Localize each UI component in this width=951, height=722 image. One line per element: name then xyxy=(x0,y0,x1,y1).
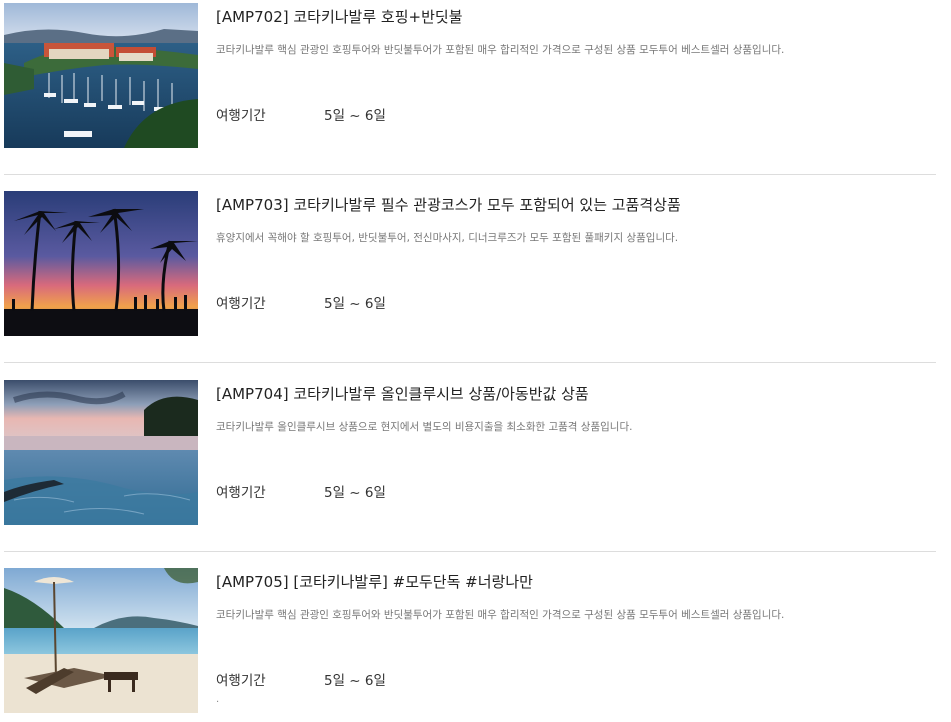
travel-period-value: 5일 ~ 6일 xyxy=(324,485,386,501)
product-item: [AMP705] [코타키나발루] #모두단독 #너랑나만 코타키나발루 핵심 … xyxy=(0,568,936,722)
travel-period-label: 여행기간 xyxy=(216,108,266,124)
product-description: 코타키나발루 핵심 관광인 호핑투어와 반딧불투어가 포함된 매우 합리적인 가… xyxy=(216,609,785,621)
travel-period-value: 5일 ~ 6일 xyxy=(324,108,386,124)
product-list: [AMP702] 코타키나발루 호핑+반딧불 코타키나발루 핵심 관광인 호핑투… xyxy=(0,0,951,722)
divider xyxy=(4,362,936,363)
product-title[interactable]: [AMP702] 코타키나발루 호핑+반딧불 xyxy=(216,6,463,27)
divider xyxy=(4,551,936,552)
marina-resort-photo[interactable] xyxy=(4,3,198,148)
product-title[interactable]: [AMP703] 코타키나발루 필수 관광코스가 모두 포함되어 있는 고품격상… xyxy=(216,194,681,215)
divider xyxy=(4,174,936,175)
infinity-pool-photo[interactable] xyxy=(4,380,198,525)
product-description: 코타키나발루 올인클루시브 상품으로 현지에서 별도의 비용지출을 최소화한 고… xyxy=(216,421,633,433)
product-item: [AMP702] 코타키나발루 호핑+반딧불 코타키나발루 핵심 관광인 호핑투… xyxy=(0,3,936,191)
palm-sunset-photo[interactable] xyxy=(4,191,198,336)
travel-period-label: 여행기간 xyxy=(216,485,266,501)
beach-lounger-photo[interactable] xyxy=(4,568,198,713)
travel-period-value: 5일 ~ 6일 xyxy=(324,673,386,689)
product-item: [AMP704] 코타키나발루 올인클루시브 상품/아동반값 상품 코타키나발루… xyxy=(0,380,936,568)
travel-period-value: 5일 ~ 6일 xyxy=(324,296,386,312)
product-description: 코타키나발루 핵심 관광인 호핑투어와 반딧불투어가 포함된 매우 합리적인 가… xyxy=(216,44,785,56)
product-title[interactable]: [AMP705] [코타키나발루] #모두단독 #너랑나만 xyxy=(216,571,533,592)
travel-period-label: 여행기간 xyxy=(216,296,266,312)
travel-period-label: 여행기간 xyxy=(216,673,266,689)
product-item: [AMP703] 코타키나발루 필수 관광코스가 모두 포함되어 있는 고품격상… xyxy=(0,191,936,379)
product-description: 휴양지에서 꼭해야 할 호핑투어, 반딧불투어, 전신마사지, 디너크루즈가 모… xyxy=(216,232,679,244)
footer-mark: . xyxy=(216,694,220,705)
product-title[interactable]: [AMP704] 코타키나발루 올인클루시브 상품/아동반값 상품 xyxy=(216,383,589,404)
